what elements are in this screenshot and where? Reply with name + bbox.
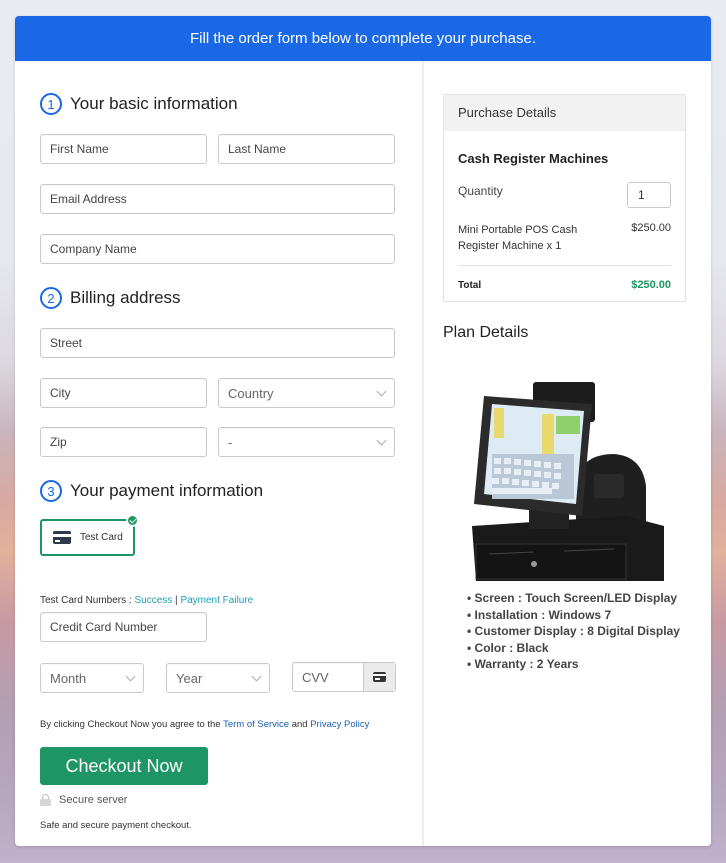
summary-divider — [458, 265, 671, 266]
section-payment-title: 3 Your payment information — [40, 480, 263, 502]
cvv-placeholder: CVV — [302, 669, 329, 685]
year-select[interactable]: Year — [166, 663, 270, 693]
check-circle-icon — [126, 514, 139, 527]
secure-server-note: Secure server — [40, 794, 127, 806]
payment-method-label: Test Card — [80, 532, 123, 543]
country-select[interactable]: Country — [218, 378, 395, 408]
city-input[interactable]: City — [40, 378, 207, 408]
month-select[interactable]: Month — [40, 663, 144, 693]
section-title-text: Billing address — [70, 288, 181, 307]
product-title: Cash Register Machines — [458, 151, 609, 166]
chevron-down-icon — [251, 671, 262, 682]
year-select-value: Year — [176, 670, 203, 686]
quantity-label: Quantity — [458, 184, 503, 198]
terms-prefix: By clicking Checkout Now you agree to th… — [40, 719, 224, 730]
total-label: Total — [458, 280, 482, 291]
lock-icon — [40, 794, 51, 806]
first-name-input[interactable]: First Name — [40, 134, 207, 164]
chevron-down-icon — [125, 671, 136, 682]
section-title-text: Your payment information — [70, 481, 264, 500]
state-select-value: - — [228, 434, 233, 450]
step-number-3: 3 — [40, 480, 62, 502]
company-name-input[interactable]: Company Name — [40, 234, 395, 264]
state-select[interactable]: - — [218, 427, 395, 457]
secure-server-label: Secure server — [59, 794, 128, 806]
plan-features-list: Screen : Touch Screen/LED Display Instal… — [467, 590, 680, 673]
step-number-2: 2 — [40, 287, 62, 309]
step-number-1: 1 — [40, 93, 62, 115]
last-name-input[interactable]: Last Name — [218, 134, 395, 164]
chevron-down-icon — [376, 435, 387, 446]
quantity-input[interactable]: 1 — [627, 182, 671, 208]
credit-card-icon — [53, 531, 71, 544]
header-banner: Fill the order form below to complete yo… — [15, 16, 711, 61]
month-select-value: Month — [50, 670, 87, 686]
feature-item: Installation : Windows 7 — [467, 607, 680, 624]
section-billing-title: 2 Billing address — [40, 287, 181, 309]
feature-item: Customer Display : 8 Digital Display — [467, 623, 680, 640]
email-input[interactable]: Email Address — [40, 184, 395, 214]
feature-item: Warranty : 2 Years — [467, 656, 680, 673]
form-column: 1 Your basic information First Name Last… — [15, 61, 422, 846]
order-form-card: Fill the order form below to complete yo… — [15, 16, 711, 846]
country-select-value: Country — [228, 385, 274, 401]
cvv-input[interactable]: CVV — [292, 662, 396, 692]
payment-failure-link[interactable]: Payment Failure — [180, 595, 253, 606]
credit-card-number-input[interactable]: Credit Card Number — [40, 612, 207, 642]
line-item-price: $250.00 — [631, 222, 671, 234]
chevron-down-icon — [376, 386, 387, 397]
privacy-policy-link[interactable]: Privacy Policy — [310, 719, 369, 730]
test-card-numbers: Test Card Numbers : Success | Payment Fa… — [40, 595, 253, 606]
checkout-now-button[interactable]: Checkout Now — [40, 747, 208, 785]
terms-and: and — [289, 719, 311, 730]
success-link[interactable]: Success — [134, 595, 172, 606]
cvv-card-addon — [363, 663, 395, 691]
terms-text: By clicking Checkout Now you agree to th… — [40, 719, 369, 730]
feature-item: Color : Black — [467, 640, 680, 657]
feature-item: Screen : Touch Screen/LED Display — [467, 590, 680, 607]
payment-method-test-card[interactable]: Test Card — [40, 514, 139, 556]
purchase-details-header: Purchase Details — [444, 95, 685, 131]
summary-column: Purchase Details Cash Register Machines … — [424, 61, 711, 846]
line-item-name: Mini Portable POS Cash Register Machine … — [458, 224, 578, 252]
zip-input[interactable]: Zip — [40, 427, 207, 457]
plan-details-title: Plan Details — [443, 324, 529, 341]
credit-card-icon — [373, 672, 386, 682]
safe-checkout-text: Safe and secure payment checkout. — [40, 820, 192, 831]
terms-of-service-link[interactable]: Term of Service — [223, 719, 289, 730]
total-value: $250.00 — [631, 279, 671, 291]
product-image — [472, 382, 664, 581]
test-card-numbers-label: Test Card Numbers : — [40, 595, 135, 606]
purchase-details-box: Purchase Details Cash Register Machines … — [443, 94, 686, 302]
street-input[interactable]: Street — [40, 328, 395, 358]
section-basic-info-title: 1 Your basic information — [40, 93, 238, 115]
section-title-text: Your basic information — [70, 94, 238, 113]
